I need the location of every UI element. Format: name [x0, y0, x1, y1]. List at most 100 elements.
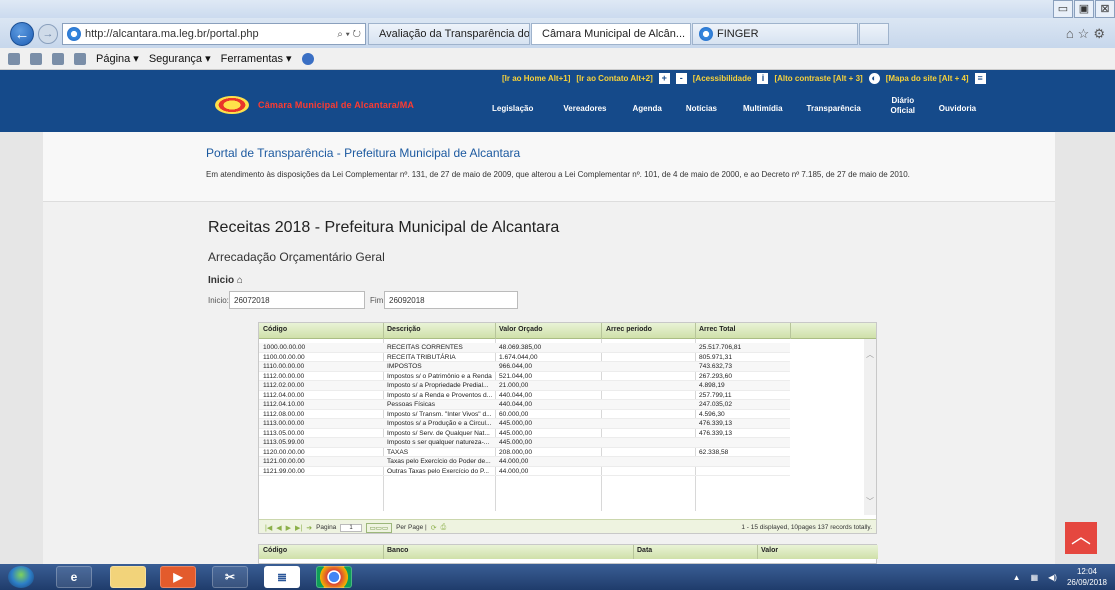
feeds-icon[interactable]	[30, 52, 42, 65]
nav-transparencia[interactable]: Transparência	[807, 104, 861, 116]
tab-camara[interactable]: Câmara Municipal de Alcân... ×	[531, 23, 691, 45]
font-decrease-button[interactable]: -	[675, 73, 687, 84]
col-codigo[interactable]: Código	[263, 326, 287, 333]
menu-pagina[interactable]: Página ▾	[96, 52, 139, 65]
taskbar-tool-icon[interactable]: ✂	[212, 566, 248, 588]
link-contraste[interactable]: [Alto contraste [Alt + 3]	[774, 74, 862, 83]
address-bar[interactable]: http://alcantara.ma.leg.br/portal.php ⌕ …	[62, 23, 366, 45]
refresh-icon[interactable]: ⟳	[431, 524, 437, 532]
col-valor[interactable]: Valor	[761, 547, 778, 554]
nav-diario-oficial[interactable]: Diário Oficial	[889, 96, 917, 116]
site-name[interactable]: Câmara Municipal de Alcantara/MA	[258, 100, 414, 110]
taskbar-media-icon[interactable]: ▶	[160, 566, 196, 588]
info-icon[interactable]: i	[757, 73, 769, 84]
grid-scrollbar[interactable]: ︿ ﹀	[864, 339, 876, 515]
table-row[interactable]: 1112.04.10.00 Pessoas Físicas 440.044,00 24…	[259, 400, 790, 410]
clock[interactable]: 12:04 26/09/2018	[1067, 566, 1107, 588]
per-page-select[interactable]: ▭▭▭	[365, 522, 393, 533]
col-arrec-total[interactable]: Arrec Total	[699, 326, 735, 333]
col-codigo[interactable]: Código	[263, 547, 287, 554]
tab-avaliacao[interactable]: Avaliação da Transparência do...	[368, 23, 530, 45]
mail-icon[interactable]	[52, 52, 64, 65]
table-row[interactable]: 1112.00.00.00 Impostos s/ o Patrimônio e …	[259, 372, 790, 381]
contrast-icon[interactable]: ◐	[868, 73, 880, 84]
table-row[interactable]: 1112.08.00.00 Imposto s/ Transm. "Inter V…	[259, 410, 790, 419]
grid-pager: |◀ ◀ ▶ ▶| ➜ Pagina 1 ▭▭▭ Per Page | ⟳ ⎙ …	[259, 519, 876, 533]
link-contato[interactable]: [Ir ao Contato Alt+2]	[576, 74, 652, 83]
table-cell: 1113.05.00.00	[263, 429, 305, 437]
home-icon[interactable]	[8, 52, 20, 65]
table-row[interactable]: 1110.00.00.00 IMPOSTOS 966.044,00 743.632,7…	[259, 362, 790, 372]
search-refresh-icons[interactable]: ⌕ ▾ ↻	[337, 29, 365, 40]
home-icon: ⌂	[236, 275, 243, 286]
start-button[interactable]	[8, 566, 34, 588]
taskbar-chrome-icon[interactable]	[316, 566, 352, 588]
nav-agenda[interactable]: Agenda	[633, 104, 662, 116]
link-home[interactable]: [Ir ao Home Alt+1]	[502, 74, 570, 83]
new-tab-button[interactable]	[859, 23, 889, 45]
table-row[interactable]: 1100.00.00.00 RECEITA TRIBUTÁRIA 1.674.044…	[259, 353, 790, 362]
table-row[interactable]: 1121.99.00.00 Outras Taxas pelo Exercício…	[259, 467, 790, 476]
scroll-to-top-button[interactable]: ︿	[1065, 522, 1097, 554]
taskbar-document-icon[interactable]: ≣	[264, 566, 300, 588]
last-page-icon[interactable]: ▶|	[295, 524, 302, 532]
inicio-heading-text: Inicio	[208, 275, 235, 286]
link-acessibilidade[interactable]: [Acessibilidade	[693, 74, 752, 83]
nav-multimidia[interactable]: Multimídia	[743, 104, 783, 116]
help-icon[interactable]	[301, 52, 314, 65]
font-increase-button[interactable]: +	[658, 73, 670, 84]
page-number-input[interactable]: 1	[340, 523, 362, 532]
table-row[interactable]: 1112.04.00.00 Imposto s/ a Renda e Proven…	[259, 391, 790, 400]
table-row[interactable]: 1113.00.00.00 Impostos s/ a Produção e a …	[259, 419, 790, 429]
close-window-button[interactable]: ⊠	[1095, 0, 1115, 18]
table-row[interactable]: 1000.00.00.00 RECEITAS CORRENTES 48.069.38…	[259, 343, 790, 353]
tab-finger[interactable]: FINGER	[692, 23, 858, 45]
next-page-icon[interactable]: ▶	[286, 524, 291, 532]
forward-button[interactable]: →	[38, 24, 58, 44]
grid2-header: Código Banco Data Valor	[259, 545, 878, 559]
minimize-button[interactable]: ▭	[1053, 0, 1073, 18]
maximize-button[interactable]: ▣	[1074, 0, 1094, 18]
table-row[interactable]: 1121.00.00.00 Taxas pelo Exercício do Pod…	[259, 457, 790, 467]
link-mapa[interactable]: [Mapa do site [Alt + 4]	[886, 74, 969, 83]
volume-icon[interactable]: ◀)	[1048, 573, 1057, 582]
scroll-down-icon[interactable]: ﹀	[864, 496, 876, 507]
col-valor-orcado[interactable]: Valor Orçado	[499, 326, 543, 333]
fim-date-input[interactable]	[384, 291, 518, 309]
print-icon[interactable]	[74, 52, 86, 65]
prev-page-icon[interactable]: ◀	[276, 524, 281, 532]
nav-ouvidoria[interactable]: Ouvidoria	[939, 104, 976, 116]
portal-intro-block	[43, 132, 1055, 202]
goto-page-icon[interactable]: ➜	[306, 524, 312, 532]
table-row[interactable]: 1120.00.00.00 TAXAS 208.000,00 62.338,58	[259, 448, 790, 457]
tray-arrow-icon[interactable]: ▲	[1013, 573, 1021, 582]
inicio-heading[interactable]: Inicio ⌂	[208, 275, 243, 286]
col-data[interactable]: Data	[637, 547, 652, 554]
browser-right-icons[interactable]: ⌂☆⚙	[1066, 26, 1109, 42]
col-banco[interactable]: Banco	[387, 547, 408, 554]
table-cell: 208.000,00	[499, 448, 533, 456]
site-logo[interactable]	[215, 96, 249, 114]
col-arrec-periodo[interactable]: Arrec periodo	[606, 326, 652, 333]
inicio-date-input[interactable]	[229, 291, 365, 309]
menu-seguranca[interactable]: Segurança ▾	[149, 52, 211, 65]
pager-info: 1 - 15 displayed, 10pages 137 records to…	[741, 524, 872, 531]
scroll-up-icon[interactable]: ︿	[864, 349, 876, 360]
nav-vereadores[interactable]: Vereadores	[563, 104, 606, 116]
print-grid-icon[interactable]: ⎙	[441, 524, 447, 532]
table-row[interactable]: 1113.05.99.00 Imposto s ser qualquer natu…	[259, 438, 790, 448]
menu-ferramentas[interactable]: Ferramentas ▾	[221, 52, 292, 65]
col-divider	[790, 323, 791, 339]
table-row[interactable]: 1112.02.00.00 Imposto s/ a Propriedade Pr…	[259, 381, 790, 391]
col-descricao[interactable]: Descrição	[387, 326, 420, 333]
taskbar-ie-icon[interactable]: e	[56, 566, 92, 588]
nav-noticias[interactable]: Notícias	[686, 104, 717, 116]
tab-close-icon[interactable]: ×	[689, 28, 690, 40]
table-row[interactable]: 1113.05.00.00 Imposto s/ Serv. de Qualque…	[259, 429, 790, 438]
nav-legislacao[interactable]: Legislação	[492, 104, 533, 116]
first-page-icon[interactable]: |◀	[265, 524, 272, 532]
network-icon[interactable]: ▦	[1031, 573, 1039, 582]
back-button[interactable]: ←	[10, 22, 34, 46]
taskbar-explorer-icon[interactable]	[110, 566, 146, 588]
sitemap-icon[interactable]: ≡	[974, 73, 986, 84]
